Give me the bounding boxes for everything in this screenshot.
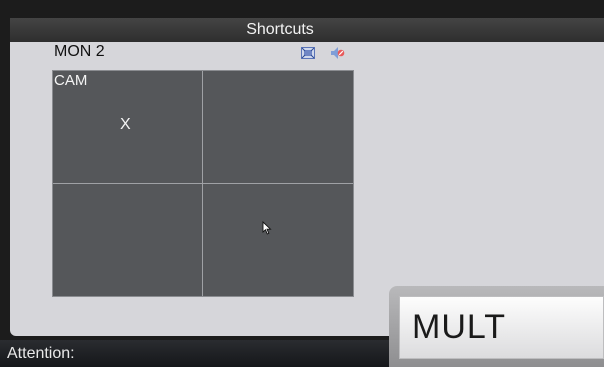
attention-label: Attention: <box>7 345 75 362</box>
titlebar: Shortcuts <box>10 18 604 42</box>
window-title: Shortcuts <box>246 21 314 38</box>
camera-cell-4[interactable] <box>203 184 353 296</box>
camera-grid: CAM X <box>52 70 354 297</box>
no-signal-mark: X <box>120 116 131 133</box>
camera-cell-1[interactable]: CAM X <box>53 71 203 184</box>
camera-cell-3[interactable] <box>53 184 203 296</box>
screen: Shortcuts MON 2 CAM X Attention: MULT <box>0 0 604 367</box>
camera-cell-2[interactable] <box>203 71 353 184</box>
camera-label: CAM <box>54 72 88 89</box>
mult-button-label: MULT <box>399 296 604 359</box>
monitor-label: MON 2 <box>54 43 105 60</box>
mult-button[interactable]: MULT <box>389 286 604 367</box>
fullscreen-icon[interactable] <box>301 47 315 59</box>
pointer-cursor-icon <box>262 221 272 235</box>
mute-icon[interactable] <box>329 46 345 60</box>
